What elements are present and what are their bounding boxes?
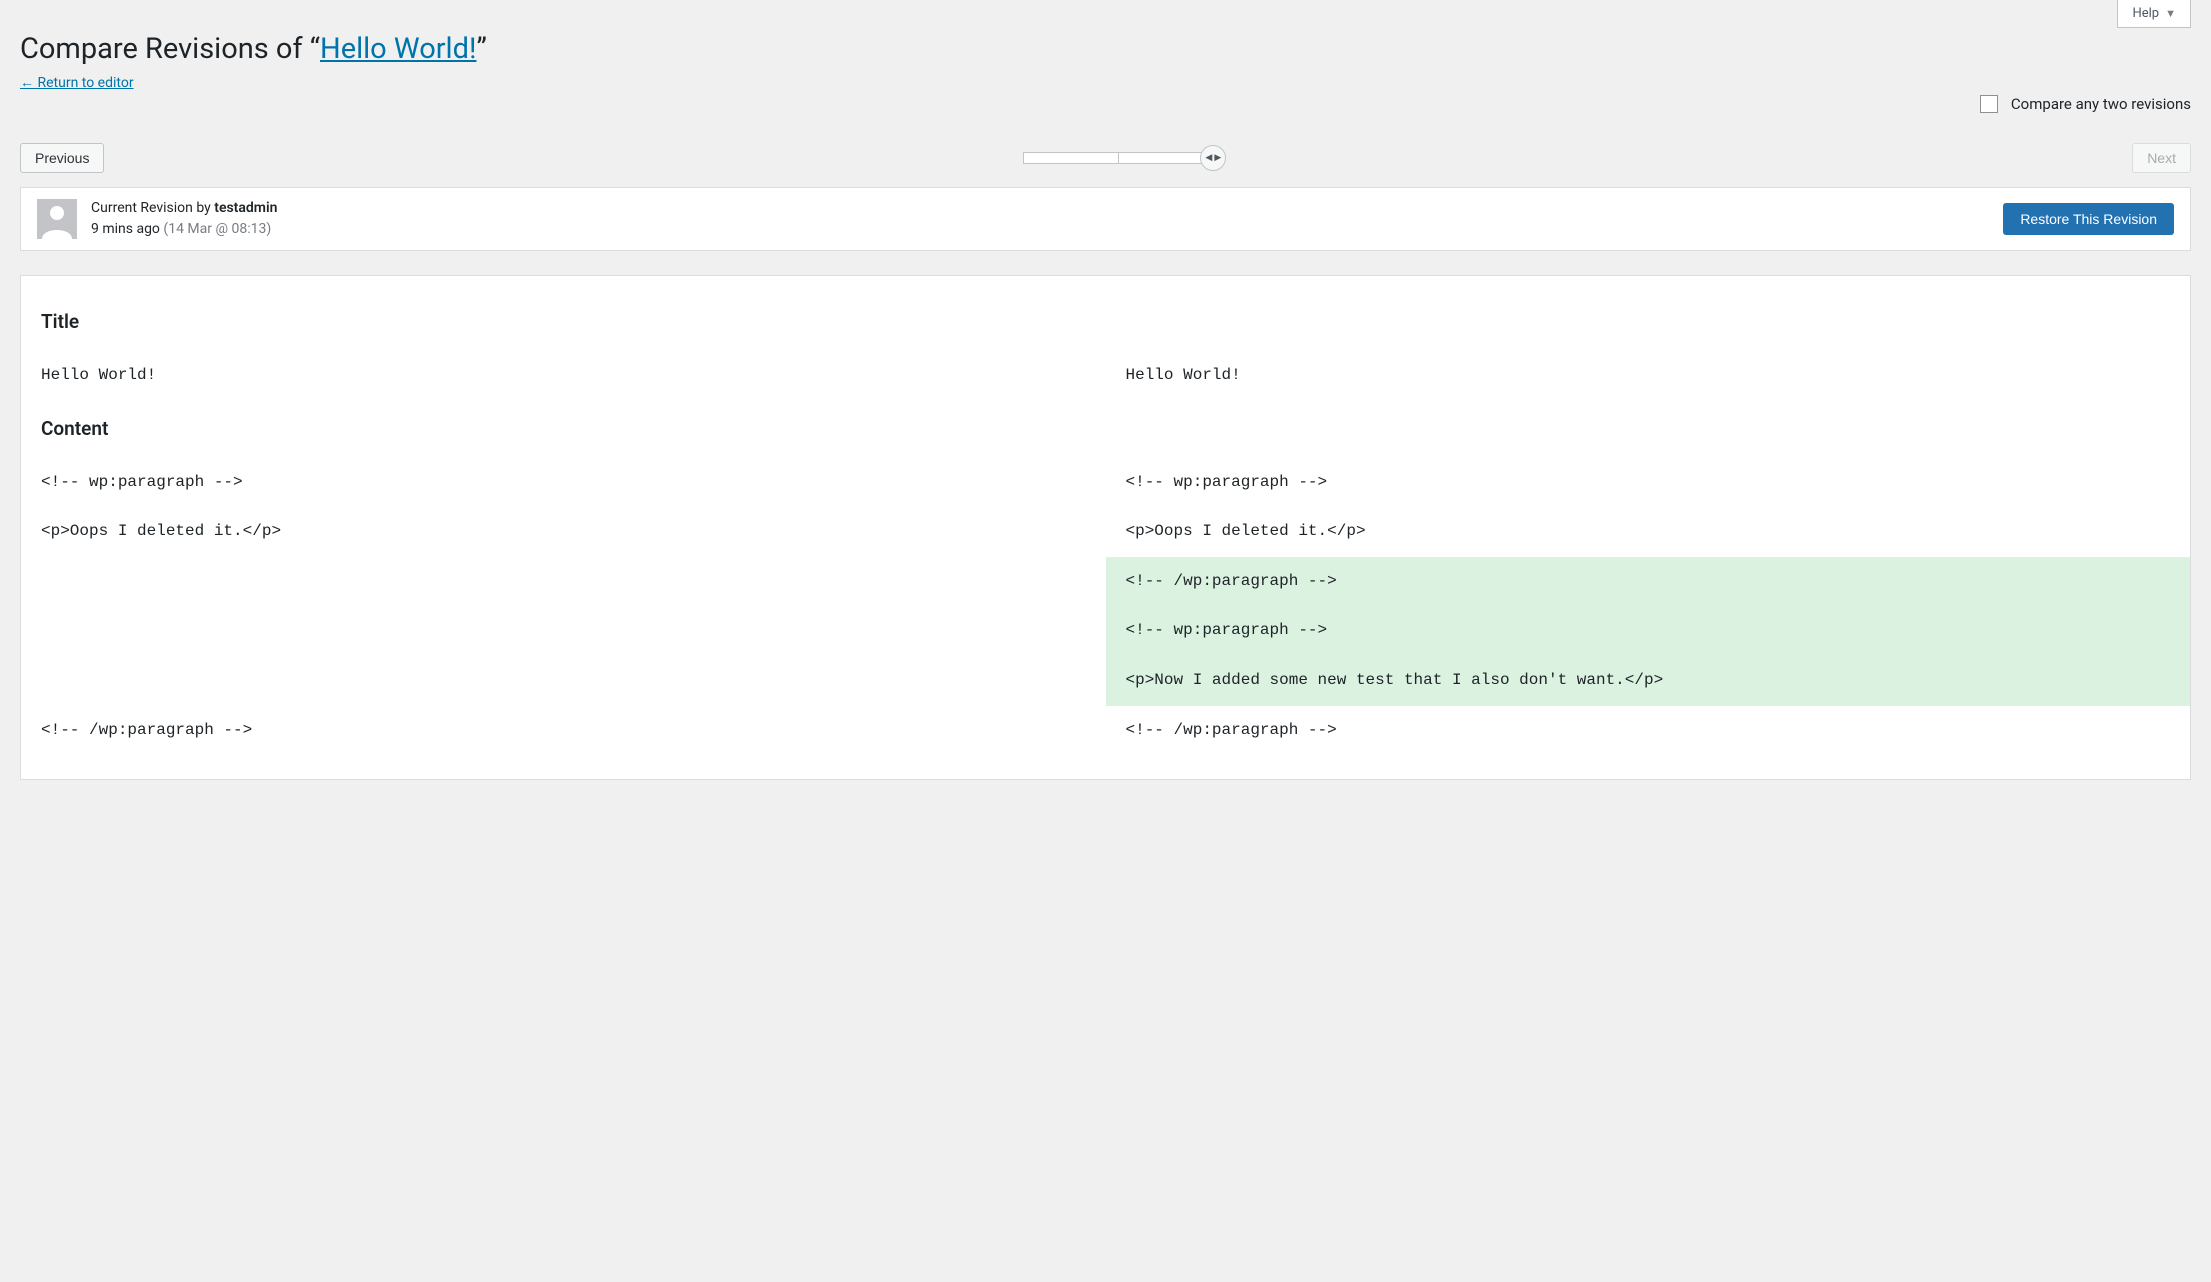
page-title-suffix: ”	[476, 32, 486, 66]
diff-cell-right: <!-- wp:paragraph -->	[1106, 606, 2191, 656]
page-title-prefix: Compare Revisions of “	[20, 32, 320, 66]
slider-handle[interactable]: ◀ ▶	[1200, 145, 1226, 171]
diff-cell-left	[21, 606, 1106, 656]
return-to-editor-link[interactable]: ← Return to editor	[20, 74, 134, 91]
table-row: <!-- /wp:paragraph --><!-- /wp:paragraph…	[21, 706, 2190, 756]
help-tab[interactable]: Help ▼	[2117, 0, 2191, 28]
revision-by-prefix: Current Revision by	[91, 200, 214, 216]
compare-any-row: Compare any two revisions	[1976, 92, 2191, 116]
table-row: <!-- wp:paragraph --><!-- wp:paragraph -…	[21, 458, 2190, 508]
next-button: Next	[2132, 143, 2191, 173]
revision-author: testadmin	[214, 200, 277, 216]
diff-cell-left	[21, 557, 1106, 607]
revision-meta-text: Current Revision by testadmin 9 mins ago…	[91, 198, 1989, 240]
arrow-right-icon: ▶	[1214, 153, 1221, 163]
avatar	[37, 199, 77, 239]
compare-any-checkbox[interactable]	[1980, 95, 1998, 113]
revision-meta-bar: Current Revision by testadmin 9 mins ago…	[20, 187, 2191, 251]
post-title-link[interactable]: Hello World!	[320, 32, 476, 66]
revision-time-absolute: (14 Mar @ 08:13)	[163, 221, 271, 237]
diff-cell-right: <!-- /wp:paragraph -->	[1106, 706, 2191, 756]
table-row: <p>Now I added some new test that I also…	[21, 656, 2190, 706]
person-icon	[37, 199, 77, 239]
revision-nav: Previous ◀ ▶ Next	[20, 143, 2191, 173]
diff-cell-right: <p>Now I added some new test that I also…	[1106, 656, 2191, 706]
diff-cell-right: <!-- /wp:paragraph -->	[1106, 557, 2191, 607]
diff-title-right: Hello World!	[1106, 351, 2191, 401]
revision-slider[interactable]: ◀ ▶	[1023, 152, 1213, 164]
page-title: Compare Revisions of “Hello World!”	[20, 32, 2191, 66]
diff-cell-left	[21, 656, 1106, 706]
slider-track[interactable]: ◀ ▶	[1023, 152, 1213, 164]
compare-any-label[interactable]: Compare any two revisions	[2011, 95, 2191, 113]
diff-title-left: Hello World!	[21, 351, 1106, 401]
previous-button[interactable]: Previous	[20, 143, 104, 173]
help-label: Help	[2132, 6, 2159, 21]
table-row: <!-- /wp:paragraph -->	[21, 557, 2190, 607]
chevron-down-icon: ▼	[2165, 7, 2176, 20]
diff-content-table: <!-- wp:paragraph --><!-- wp:paragraph -…	[21, 458, 2190, 756]
diff-title-table: Hello World! Hello World!	[21, 351, 2190, 401]
diff-panel: Title Hello World! Hello World! Content …	[20, 275, 2191, 780]
diff-cell-left: <p>Oops I deleted it.</p>	[21, 507, 1106, 557]
diff-content-heading: Content	[41, 417, 2170, 440]
arrow-left-icon: ◀	[1205, 153, 1212, 163]
table-row: <p>Oops I deleted it.</p><p>Oops I delet…	[21, 507, 2190, 557]
slider-tick	[1118, 153, 1119, 163]
diff-cell-left: <!-- /wp:paragraph -->	[21, 706, 1106, 756]
diff-cell-left: <!-- wp:paragraph -->	[21, 458, 1106, 508]
restore-revision-button[interactable]: Restore This Revision	[2003, 203, 2174, 235]
table-row: Hello World! Hello World!	[21, 351, 2190, 401]
diff-cell-right: <!-- wp:paragraph -->	[1106, 458, 2191, 508]
diff-cell-right: <p>Oops I deleted it.</p>	[1106, 507, 2191, 557]
diff-title-heading: Title	[41, 310, 2170, 333]
revision-time-relative: 9 mins ago	[91, 221, 160, 237]
table-row: <!-- wp:paragraph -->	[21, 606, 2190, 656]
